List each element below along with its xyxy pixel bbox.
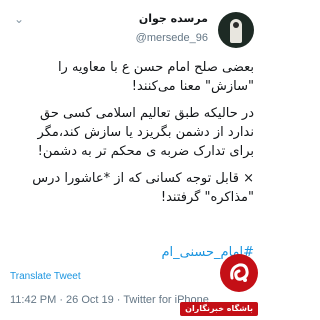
news-agency-logo-icon [220, 254, 258, 292]
author-name[interactable]: مرسده جوان [139, 12, 208, 25]
chevron-down-icon[interactable]: ⌄ [12, 12, 26, 26]
tweet-paragraph: در حالیکه طبق تعالیم اسلامی کسی حق ندارد… [37, 106, 254, 159]
watermark: باشگاه خبرنگاران [148, 254, 258, 316]
watermark-text: باشگاه خبرنگاران [180, 302, 258, 316]
tweet-text: بعضی صلح امام حسن ع با معاویه را "سازش" … [10, 58, 254, 215]
tweet-card: ⌄ مرسده جوان @mersede_96 بعضی صلح امام ح… [0, 0, 264, 320]
translate-tweet-link[interactable]: Translate Tweet [10, 271, 81, 282]
tweet-paragraph: بعضی صلح امام حسن ع با معاویه را "سازش" … [57, 60, 254, 94]
author-handle[interactable]: @mersede_96 [136, 32, 208, 44]
avatar-figure [230, 19, 242, 43]
avatar[interactable] [218, 12, 254, 48]
tweet-paragraph: × قابل توجه کسانی که از *عاشورا درس "مذا… [32, 171, 254, 205]
